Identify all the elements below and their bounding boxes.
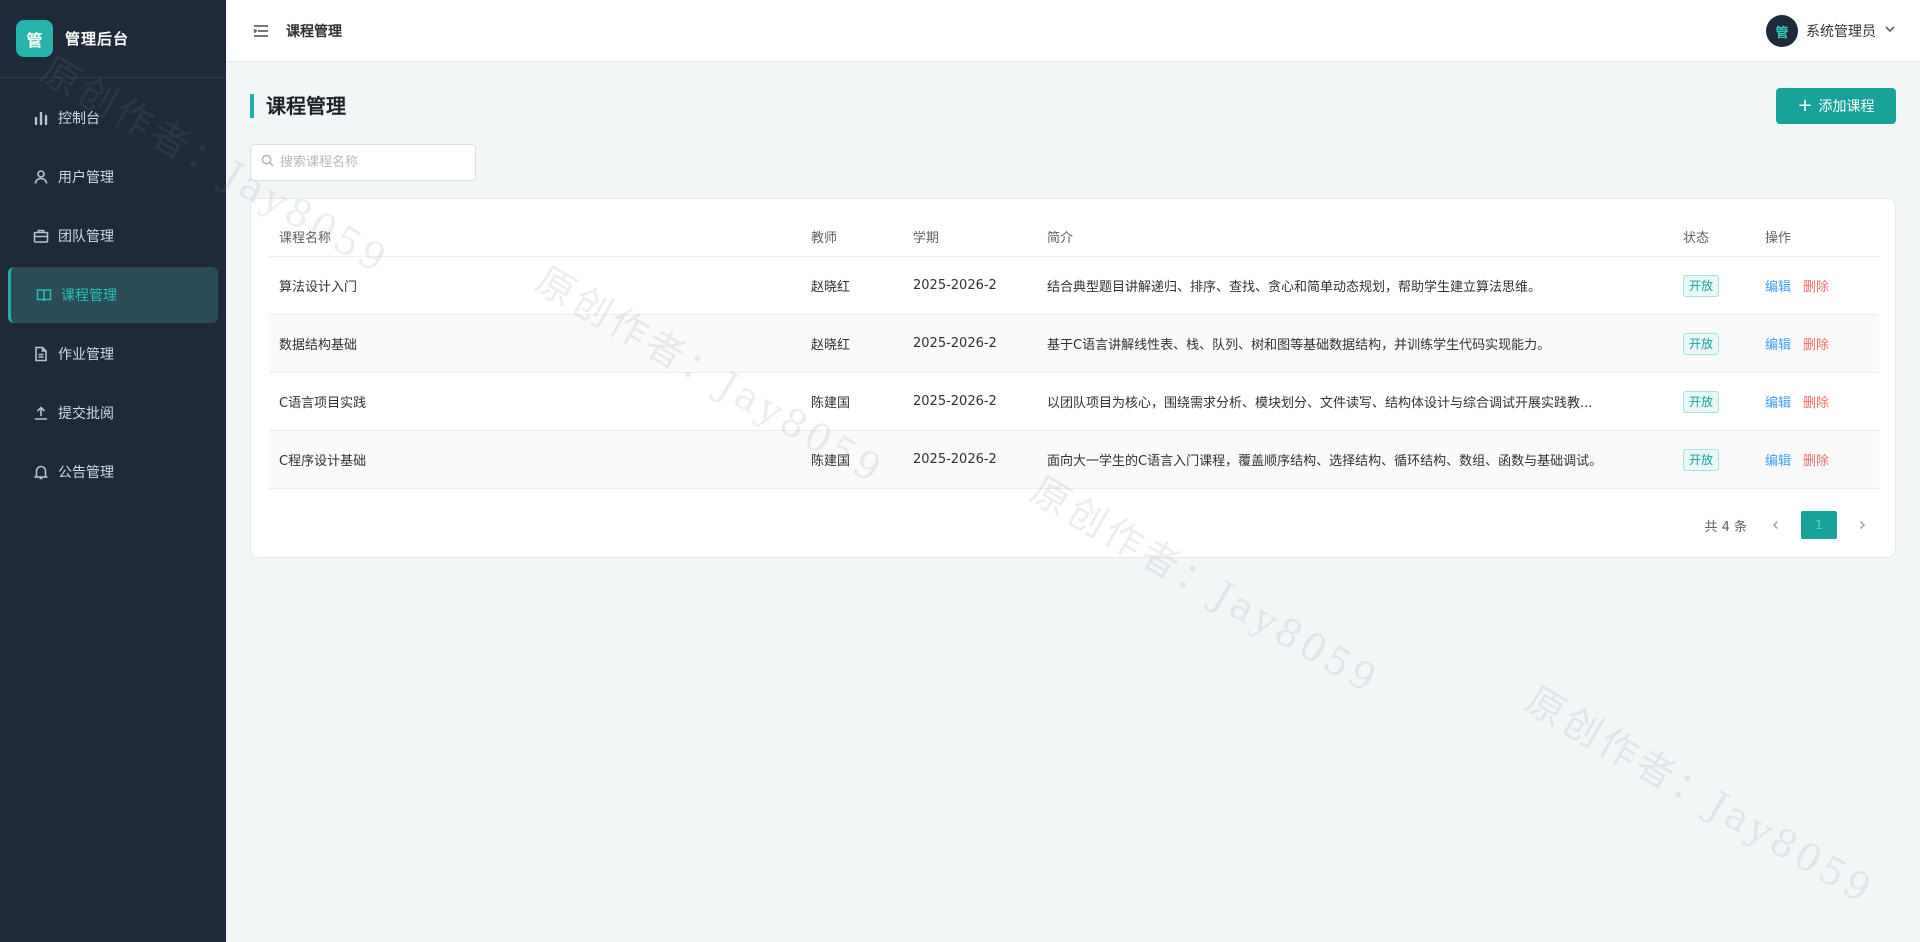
column-header-actions: 操作 <box>1765 231 1792 246</box>
course-intro: 面向大一学生的C语言入门课程，覆盖顺序结构、选择结构、循环结构、数组、函数与基础… <box>1047 454 1603 469</box>
top-header: 课程管理 管 系统管理员 <box>226 0 1920 62</box>
avatar: 管 <box>1766 15 1798 47</box>
search-icon <box>261 154 274 171</box>
menu-toggle-icon[interactable] <box>252 22 270 40</box>
search-input[interactable] <box>280 155 460 170</box>
course-teacher: 陈建国 <box>811 396 851 411</box>
column-header-intro: 简介 <box>1047 231 1074 246</box>
table-header: 课程名称 教师 学期 简介 状态 操作 <box>269 217 1879 257</box>
sidebar-item-courses[interactable]: 课程管理 <box>8 267 218 323</box>
status-badge: 开放 <box>1683 390 1720 413</box>
brand-logo: 管 <box>16 20 53 57</box>
status-badge: 开放 <box>1683 332 1720 355</box>
edit-button[interactable]: 编辑 <box>1765 334 1791 353</box>
table-row: C程序设计基础 陈建国 2025-2026-2 面向大一学生的C语言入门课程，覆… <box>269 431 1879 489</box>
sidebar-item-assignments[interactable]: 作业管理 <box>8 326 218 382</box>
edit-button[interactable]: 编辑 <box>1765 392 1791 411</box>
sidebar-item-teams[interactable]: 团队管理 <box>8 208 218 264</box>
add-course-label: 添加课程 <box>1818 99 1875 115</box>
sidebar-item-label: 公告管理 <box>58 465 114 481</box>
course-name: 算法设计入门 <box>279 280 358 295</box>
pagination-total: 共 4 条 <box>1704 519 1747 535</box>
chevron-left-icon[interactable] <box>1765 520 1787 530</box>
bell-icon <box>32 463 50 481</box>
course-term: 2025-2026-2 <box>913 336 997 351</box>
course-table-card: 课程名称 教师 学期 简介 状态 操作 算法设计入门 赵晓红 2025-2026… <box>250 198 1896 558</box>
user-menu[interactable]: 管 系统管理员 <box>1766 15 1896 47</box>
document-icon <box>32 345 50 363</box>
bar-chart-icon <box>32 109 50 127</box>
sidebar-item-announcements[interactable]: 公告管理 <box>8 444 218 500</box>
column-header-term: 学期 <box>913 231 940 246</box>
search-box <box>250 144 476 181</box>
delete-button[interactable]: 删除 <box>1803 276 1829 295</box>
course-name: C语言项目实践 <box>279 396 367 411</box>
delete-button[interactable]: 删除 <box>1803 392 1829 411</box>
plus-icon: + <box>1797 95 1813 116</box>
course-name: 数据结构基础 <box>279 338 358 353</box>
sidebar-menu: 控制台 用户管理 团队管理 课程管理 作业管理 提交批阅 公告管理 <box>0 90 226 500</box>
course-teacher: 陈建国 <box>811 454 851 469</box>
upload-icon <box>32 404 50 422</box>
table-row: 数据结构基础 赵晓红 2025-2026-2 基于C语言讲解线性表、栈、队列、树… <box>269 315 1879 373</box>
course-teacher: 赵晓红 <box>811 338 851 353</box>
course-term: 2025-2026-2 <box>913 394 997 409</box>
edit-button[interactable]: 编辑 <box>1765 450 1791 469</box>
briefcase-icon <box>32 227 50 245</box>
sidebar: 管 管理后台 控制台 用户管理 团队管理 课程管理 作业管理 提交批阅 公告管理 <box>0 0 226 942</box>
course-intro: 以团队项目为核心，围绕需求分析、模块划分、文件读写、结构体设计与综合调试开展实践… <box>1047 396 1593 411</box>
edit-button[interactable]: 编辑 <box>1765 276 1791 295</box>
chevron-right-icon[interactable] <box>1851 520 1873 530</box>
pagination: 共 4 条 1 <box>1704 511 1873 539</box>
user-name: 系统管理员 <box>1806 24 1876 40</box>
header-title: 课程管理 <box>286 23 342 40</box>
column-header-status: 状态 <box>1683 231 1710 246</box>
page-title: 课程管理 <box>250 94 346 118</box>
course-term: 2025-2026-2 <box>913 452 997 467</box>
course-table: 课程名称 教师 学期 简介 状态 操作 算法设计入门 赵晓红 2025-2026… <box>269 217 1879 489</box>
sidebar-item-label: 作业管理 <box>58 347 114 363</box>
column-header-name: 课程名称 <box>279 231 332 246</box>
watermark: 原创作者：Jay8059 <box>1518 677 1882 913</box>
delete-button[interactable]: 删除 <box>1803 450 1829 469</box>
sidebar-item-users[interactable]: 用户管理 <box>8 149 218 205</box>
user-icon <box>32 168 50 186</box>
course-teacher: 赵晓红 <box>811 280 851 295</box>
status-badge: 开放 <box>1683 274 1720 297</box>
delete-button[interactable]: 删除 <box>1803 334 1829 353</box>
column-header-teacher: 教师 <box>811 231 838 246</box>
chevron-down-icon <box>1884 23 1896 39</box>
page-number-button[interactable]: 1 <box>1801 511 1837 539</box>
course-intro: 结合典型题目讲解递归、排序、查找、贪心和简单动态规划，帮助学生建立算法思维。 <box>1047 280 1542 295</box>
table-row: 算法设计入门 赵晓红 2025-2026-2 结合典型题目讲解递归、排序、查找、… <box>269 257 1879 315</box>
sidebar-item-label: 课程管理 <box>61 288 117 304</box>
sidebar-item-dashboard[interactable]: 控制台 <box>8 90 218 146</box>
page-head: 课程管理 + 添加课程 <box>250 88 1896 126</box>
course-intro: 基于C语言讲解线性表、栈、队列、树和图等基础数据结构，并训练学生代码实现能力。 <box>1047 338 1551 353</box>
add-course-button[interactable]: + 添加课程 <box>1776 88 1896 124</box>
sidebar-item-label: 控制台 <box>58 111 100 127</box>
course-term: 2025-2026-2 <box>913 278 997 293</box>
sidebar-item-review[interactable]: 提交批阅 <box>8 385 218 441</box>
status-badge: 开放 <box>1683 448 1720 471</box>
sidebar-item-label: 用户管理 <box>58 170 114 186</box>
table-row: C语言项目实践 陈建国 2025-2026-2 以团队项目为核心，围绕需求分析、… <box>269 373 1879 431</box>
brand-title: 管理后台 <box>65 30 130 48</box>
book-icon <box>35 286 53 304</box>
sidebar-item-label: 团队管理 <box>58 229 114 245</box>
brand: 管 管理后台 <box>0 0 226 78</box>
sidebar-item-label: 提交批阅 <box>58 406 114 422</box>
course-name: C程序设计基础 <box>279 454 367 469</box>
